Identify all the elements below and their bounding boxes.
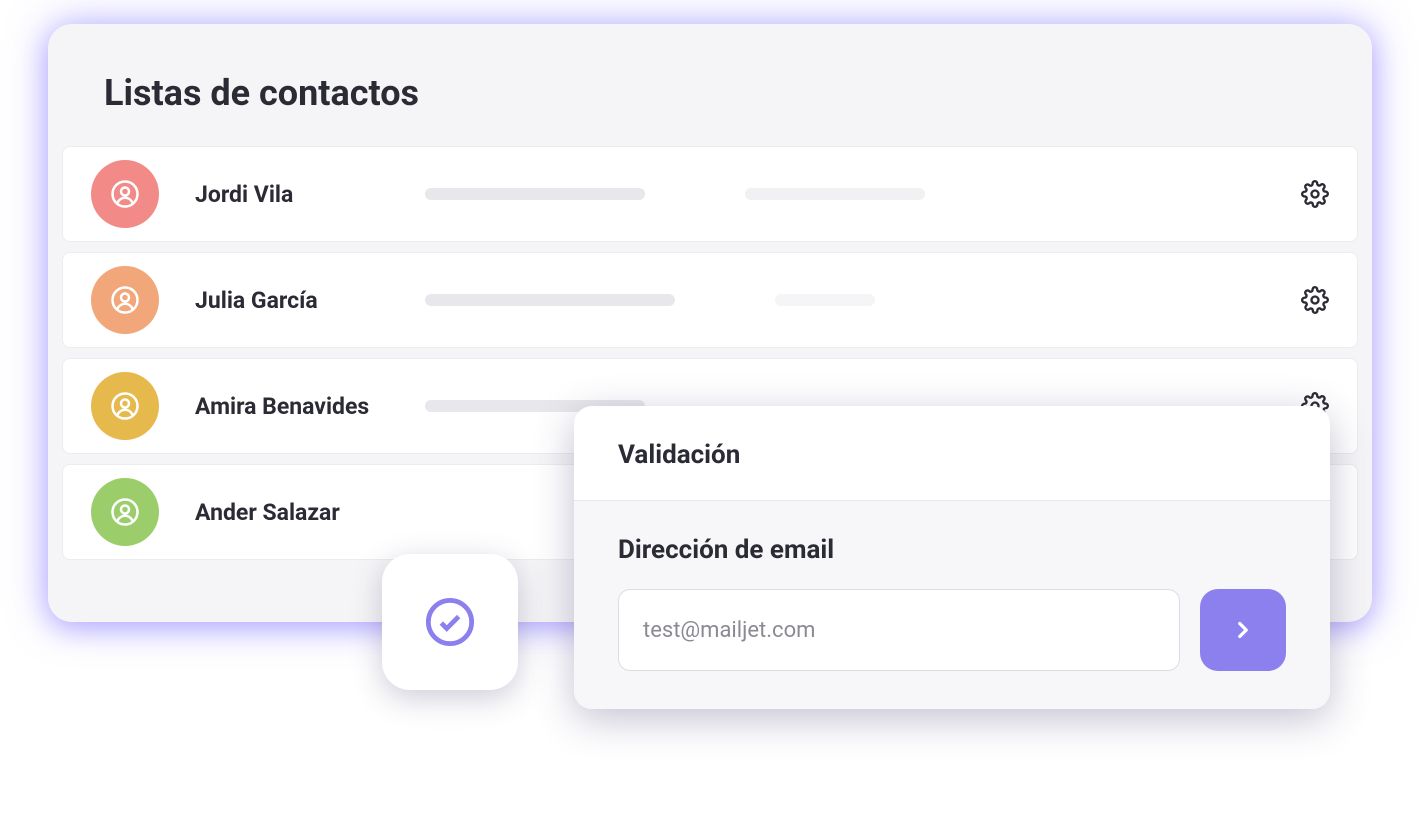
- page-title: Listas de contactos: [48, 24, 1372, 146]
- check-circle-icon: [424, 596, 476, 648]
- submit-button[interactable]: [1200, 589, 1286, 671]
- contact-name: Julia García: [195, 287, 425, 314]
- validation-body: Dirección de email: [574, 501, 1330, 709]
- contact-name: Jordi Vila: [195, 181, 425, 208]
- contact-name: Ander Salazar: [195, 499, 425, 526]
- gear-icon[interactable]: [1301, 180, 1329, 208]
- user-icon: [110, 497, 140, 527]
- skeleton-bar: [425, 188, 645, 200]
- skeleton-bar: [745, 188, 925, 200]
- skeleton-bar: [775, 294, 875, 306]
- check-badge: [382, 554, 518, 690]
- user-icon: [110, 285, 140, 315]
- avatar: [91, 372, 159, 440]
- validation-card: Validación Dirección de email: [574, 406, 1330, 709]
- avatar: [91, 266, 159, 334]
- validation-header: Validación: [574, 406, 1330, 501]
- validation-title: Validación: [618, 440, 1286, 470]
- email-field-label: Dirección de email: [618, 535, 1286, 565]
- chevron-right-icon: [1230, 617, 1256, 643]
- skeleton-bar: [425, 294, 675, 306]
- contact-name: Amira Benavides: [195, 393, 425, 420]
- contact-row[interactable]: Julia García: [62, 252, 1358, 348]
- user-icon: [110, 179, 140, 209]
- gear-icon[interactable]: [1301, 286, 1329, 314]
- user-icon: [110, 391, 140, 421]
- avatar: [91, 160, 159, 228]
- avatar: [91, 478, 159, 546]
- email-input[interactable]: [618, 589, 1180, 671]
- contact-row[interactable]: Jordi Vila: [62, 146, 1358, 242]
- input-row: [618, 589, 1286, 671]
